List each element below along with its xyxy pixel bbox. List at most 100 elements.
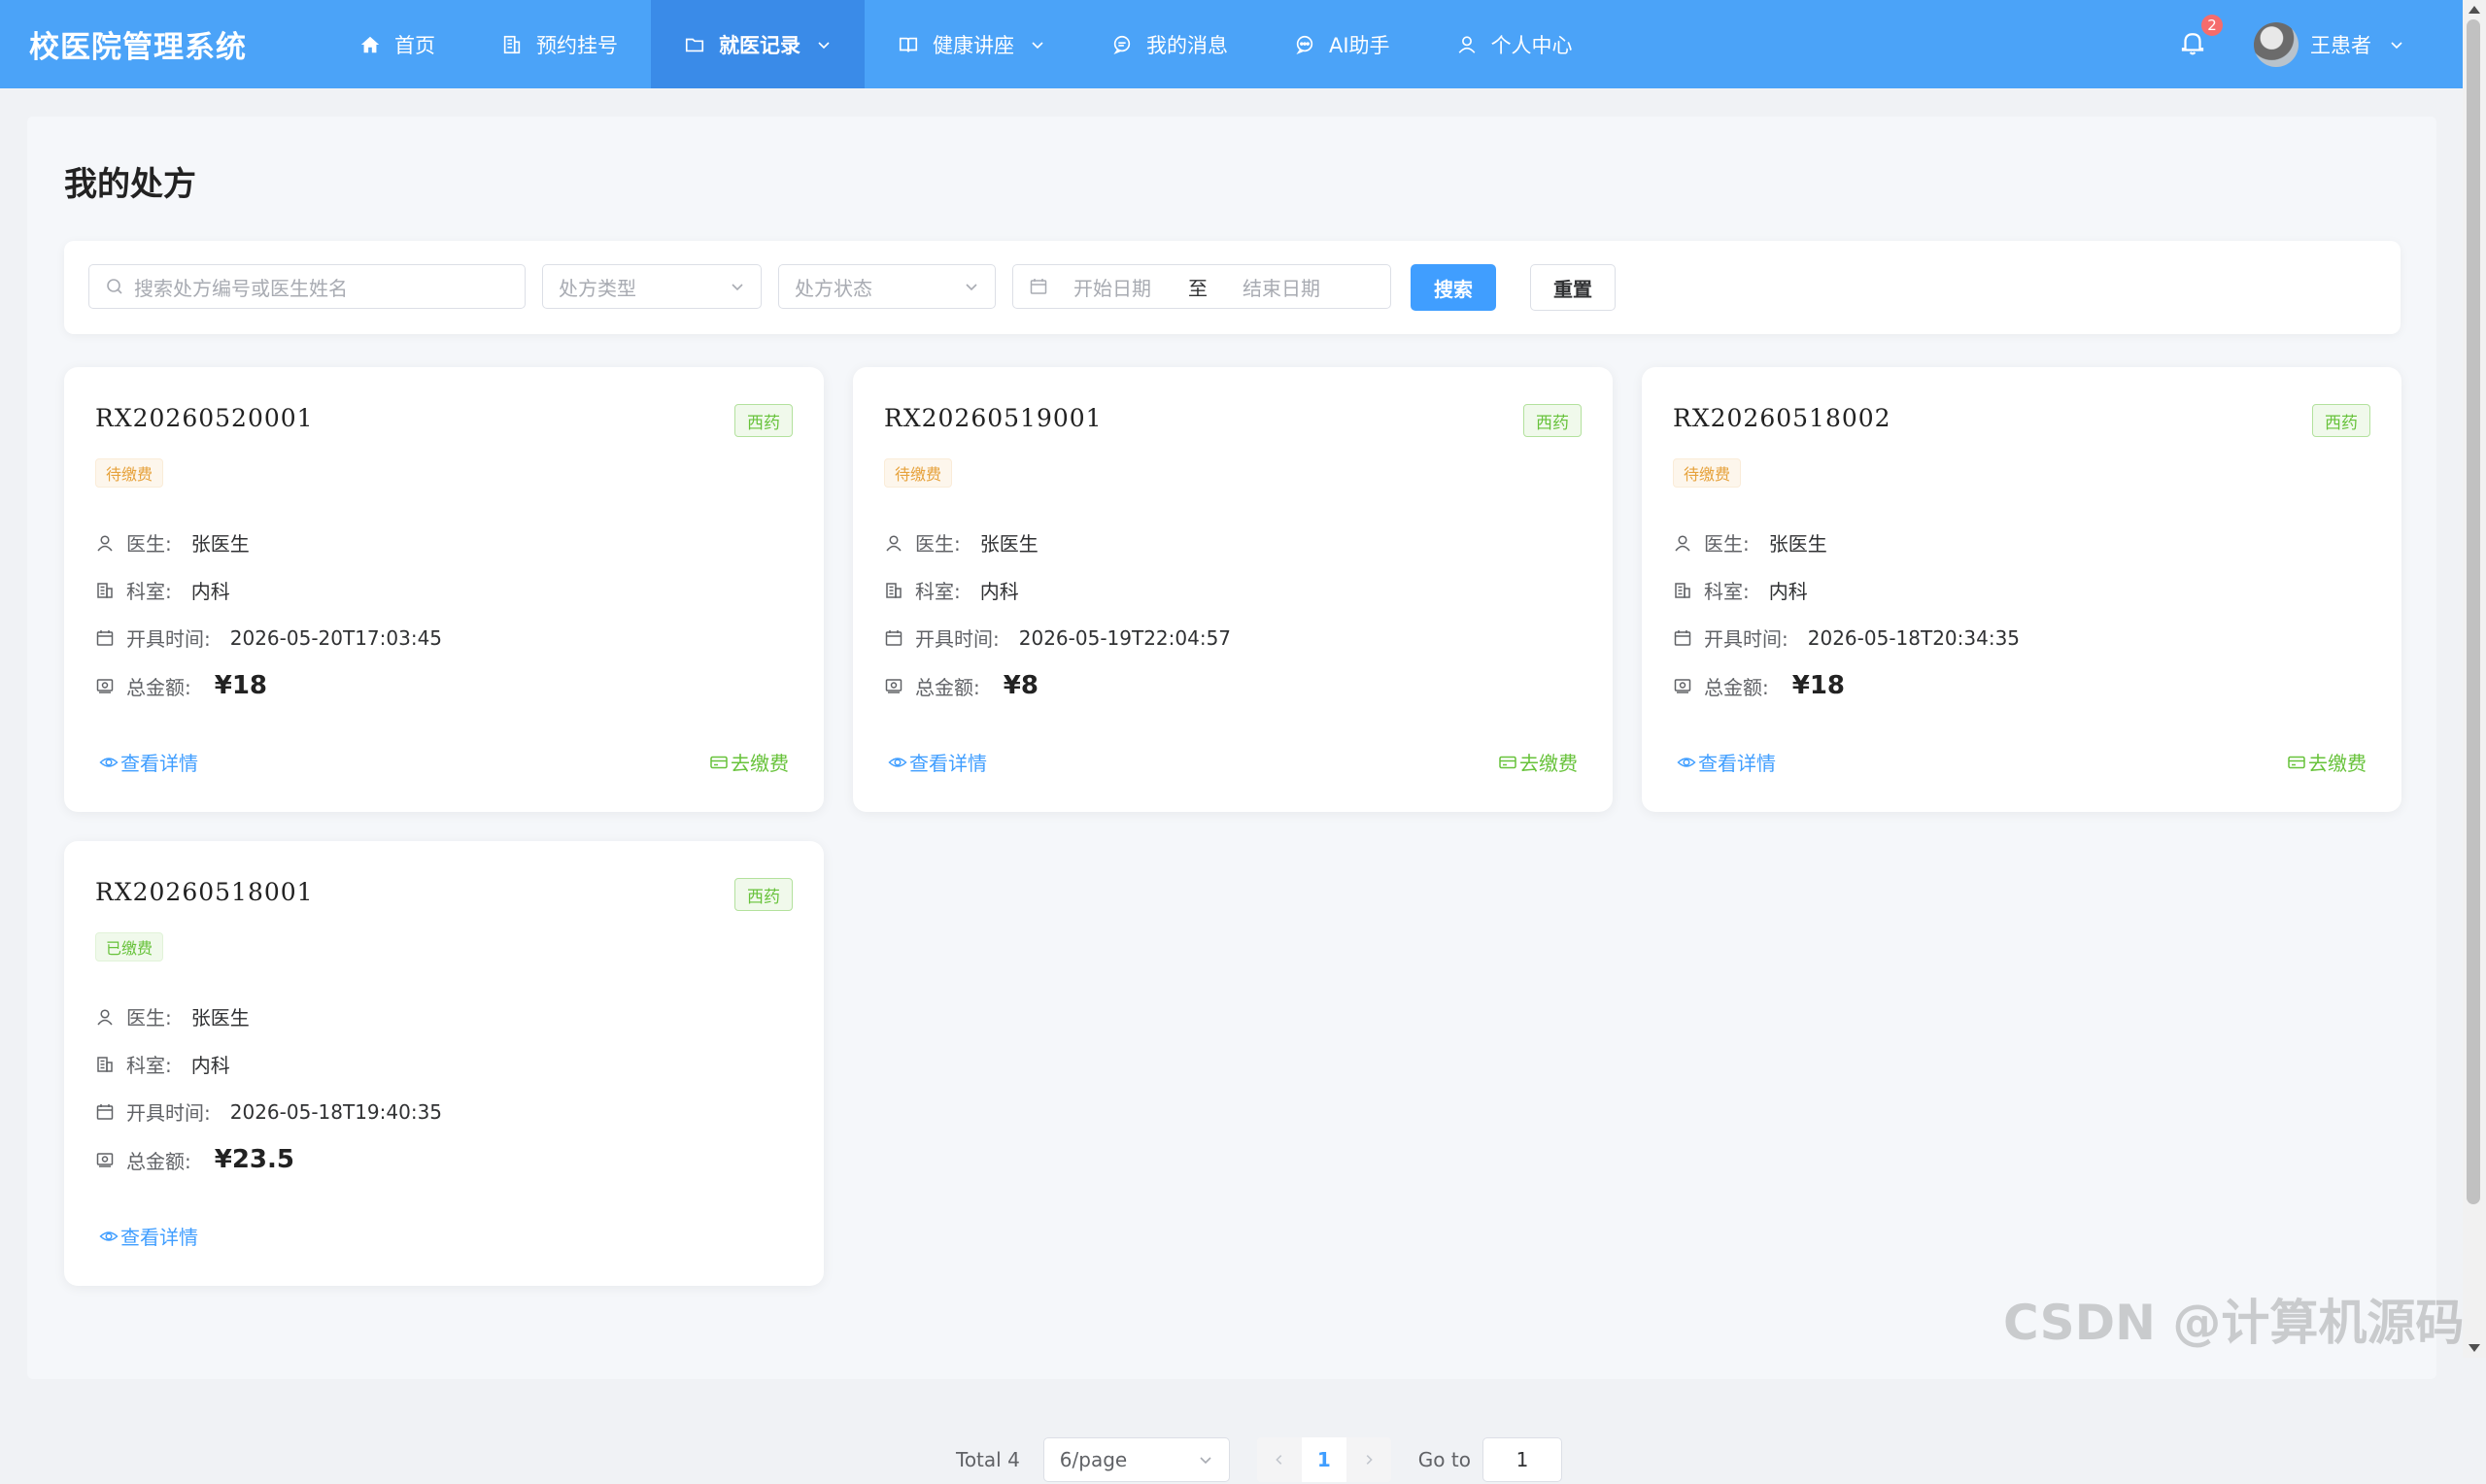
pager: 1	[1256, 1437, 1391, 1482]
search-input[interactable]: 搜索处方编号或医生姓名	[88, 264, 526, 309]
nav-label: 个人中心	[1490, 33, 1573, 57]
date-range-picker[interactable]: 开始日期 至 结束日期	[1012, 264, 1391, 309]
page-size-value: 6/page	[1059, 1448, 1128, 1471]
issue-time-value: 2026-05-18T19:40:35	[229, 1099, 443, 1124]
nav-item-health-lectures[interactable]: 健康讲座	[865, 0, 1078, 88]
prescription-status-select[interactable]: 处方状态	[778, 264, 996, 309]
status-badge: 待缴费	[1673, 458, 1742, 488]
go-pay-link[interactable]: 去缴费	[2287, 748, 2367, 776]
chevron-right-icon	[1366, 1455, 1373, 1465]
user-icon	[95, 533, 115, 553]
prescription-card[interactable]: RX20260520001 西药 待缴费 医生: 张医生 科室: 内科 开具时间: 2026-0…	[64, 367, 824, 812]
issue-time-value: 2026-05-20T17:03:45	[229, 625, 443, 650]
start-date-placeholder[interactable]: 开始日期	[1073, 273, 1151, 301]
nav-item-ai-assistant[interactable]: AI助手	[1261, 0, 1423, 88]
prescription-card[interactable]: RX20260519001 西药 待缴费 医生: 张医生 科室: 内科 开具时间: 2026-0…	[853, 367, 1613, 812]
nav-item-messages[interactable]: 我的消息	[1078, 0, 1261, 88]
doctor-label: 医生:	[126, 532, 172, 556]
calendar-icon	[95, 628, 115, 648]
select-placeholder: 处方状态	[795, 276, 872, 300]
home-icon	[359, 34, 381, 55]
issue-time-label: 开具时间:	[126, 1101, 211, 1125]
building-icon	[1673, 581, 1692, 600]
chevron-down-icon[interactable]	[2389, 37, 2404, 52]
view-detail-label: 查看详情	[909, 752, 987, 775]
building-icon	[501, 34, 523, 55]
header-right: 2 王患者	[2178, 0, 2463, 88]
nav-label: 我的消息	[1146, 33, 1228, 57]
go-pay-link[interactable]: 去缴费	[709, 748, 789, 776]
nav-item-home[interactable]: 首页	[326, 0, 468, 88]
doctor-value: 张医生	[190, 532, 250, 556]
user-name[interactable]: 王患者	[2310, 30, 2371, 59]
building-icon	[884, 581, 903, 600]
issue-time-value: 2026-05-18T20:34:35	[1807, 625, 2021, 650]
search-button[interactable]: 搜索	[1411, 264, 1496, 311]
scrollbar[interactable]	[2463, 0, 2486, 1358]
amount-value: ¥18	[214, 671, 268, 700]
book-icon	[898, 34, 919, 55]
nav-item-appointment[interactable]: 预约挂号	[468, 0, 651, 88]
scroll-thumb[interactable]	[2467, 19, 2480, 1204]
range-separator: 至	[1188, 276, 1208, 300]
main-nav: 首页 预约挂号 就医记录 健康讲座 我的消息 AI助手 个人中心	[326, 0, 1606, 88]
view-detail-link[interactable]: 查看详情	[99, 1222, 198, 1250]
scroll-down-arrow[interactable]	[2469, 1344, 2480, 1352]
money-icon	[95, 1150, 115, 1169]
credit-card-icon	[2287, 753, 2306, 772]
prescription-card[interactable]: RX20260518001 西药 已缴费 医生: 张医生 科室: 内科 开具时间: 2026-0…	[64, 841, 824, 1286]
view-detail-link[interactable]: 查看详情	[1677, 748, 1776, 776]
department-label: 科室:	[126, 580, 172, 603]
user-icon	[884, 533, 903, 553]
user-icon	[1673, 533, 1692, 553]
department-value: 内科	[1768, 580, 1808, 603]
scroll-up-arrow[interactable]	[2469, 6, 2480, 14]
goto-page-input[interactable]: 1	[1481, 1437, 1562, 1482]
notification-bell[interactable]: 2	[2178, 14, 2223, 61]
main-panel: 我的处方 搜索处方编号或医生姓名 处方类型 处方状态 开始日期 至 结束日期 搜…	[27, 117, 2436, 1482]
avatar[interactable]	[2254, 21, 2299, 67]
view-detail-label: 查看详情	[1698, 752, 1776, 775]
prescription-number: RX20260519001	[884, 404, 1103, 432]
app-brand[interactable]: 校医院管理系统	[29, 22, 326, 66]
watermark: CSDN @计算机源码站	[2003, 1295, 2486, 1351]
user-icon	[95, 1007, 115, 1027]
chevron-down-icon	[816, 37, 832, 52]
go-pay-label: 去缴费	[2308, 752, 2367, 775]
page-number[interactable]: 1	[1301, 1437, 1346, 1482]
nav-item-profile[interactable]: 个人中心	[1423, 0, 1606, 88]
issue-time-row: 开具时间: 2026-05-18T19:40:35	[95, 1097, 442, 1126]
page-title: 我的处方	[64, 165, 196, 204]
prescription-number: RX20260520001	[95, 404, 314, 432]
prescription-type-select[interactable]: 处方类型	[542, 264, 762, 309]
chevron-down-icon	[1030, 37, 1045, 52]
calendar-icon	[1673, 628, 1692, 648]
go-pay-link[interactable]: 去缴费	[1498, 748, 1578, 776]
view-detail-label: 查看详情	[120, 752, 198, 775]
next-page-button[interactable]	[1346, 1437, 1391, 1482]
issue-time-row: 开具时间: 2026-05-20T17:03:45	[95, 624, 442, 652]
view-detail-link[interactable]: 查看详情	[888, 748, 987, 776]
view-detail-label: 查看详情	[120, 1226, 198, 1249]
pagination: Total 4 6/page 1 Go to 1	[956, 1435, 1562, 1484]
chat-dots-icon	[1294, 34, 1315, 55]
money-icon	[884, 676, 903, 695]
end-date-placeholder[interactable]: 结束日期	[1243, 273, 1320, 301]
view-detail-link[interactable]: 查看详情	[99, 748, 198, 776]
go-pay-label: 去缴费	[731, 752, 789, 775]
building-icon	[95, 581, 115, 600]
reset-button[interactable]: 重置	[1530, 264, 1616, 311]
nav-label: 预约挂号	[536, 33, 618, 57]
prescription-card[interactable]: RX20260518002 西药 待缴费 医生: 张医生 科室: 内科 开具时间: 2026-0…	[1642, 367, 2401, 812]
money-icon	[95, 676, 115, 695]
department-row: 科室: 内科	[95, 576, 230, 604]
page-size-select[interactable]: 6/page	[1042, 1437, 1230, 1482]
status-badge: 已缴费	[95, 932, 164, 961]
top-navbar: 校医院管理系统 首页 预约挂号 就医记录 健康讲座 我的消息 AI助手 个人中心…	[0, 0, 2463, 88]
issue-time-value: 2026-05-19T22:04:57	[1018, 625, 1232, 650]
prev-page-button[interactable]	[1257, 1437, 1302, 1482]
nav-item-medical-records[interactable]: 就医记录	[651, 0, 865, 88]
issue-time-label: 开具时间:	[1704, 627, 1788, 651]
doctor-row: 医生: 张医生	[95, 528, 250, 556]
prescription-number: RX20260518001	[95, 878, 314, 906]
